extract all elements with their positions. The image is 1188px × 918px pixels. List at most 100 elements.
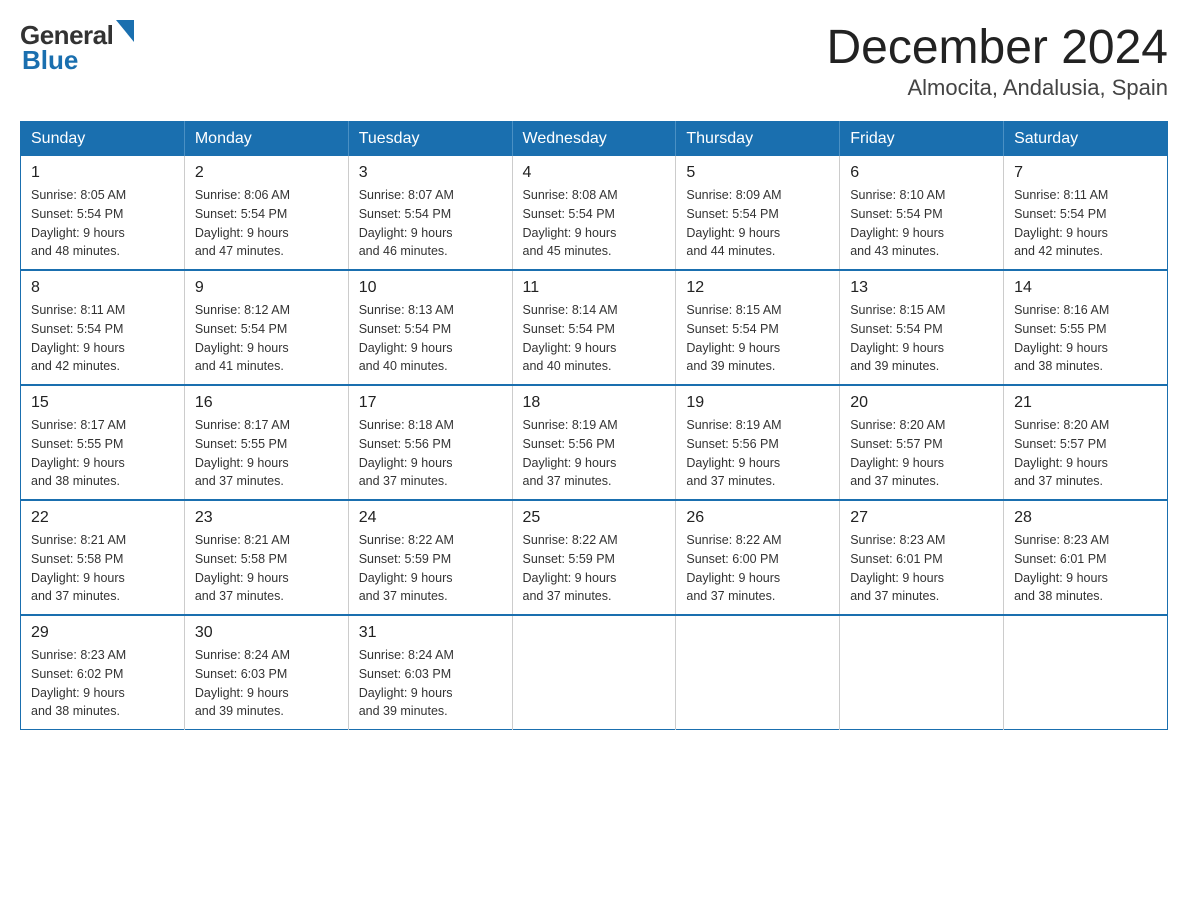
day-info: Sunrise: 8:21 AMSunset: 5:58 PMDaylight:… <box>31 531 174 606</box>
logo-arrow-icon <box>116 20 134 47</box>
day-info: Sunrise: 8:23 AMSunset: 6:01 PMDaylight:… <box>1014 531 1157 606</box>
day-info: Sunrise: 8:20 AMSunset: 5:57 PMDaylight:… <box>850 416 993 491</box>
page-title: December 2024 <box>826 20 1168 75</box>
day-number: 21 <box>1014 394 1157 412</box>
day-number: 1 <box>31 164 174 182</box>
day-number: 23 <box>195 509 338 527</box>
day-info: Sunrise: 8:09 AMSunset: 5:54 PMDaylight:… <box>686 186 829 261</box>
table-row <box>512 615 676 730</box>
page-subtitle: Almocita, Andalusia, Spain <box>826 75 1168 101</box>
day-info: Sunrise: 8:11 AMSunset: 5:54 PMDaylight:… <box>1014 186 1157 261</box>
day-info: Sunrise: 8:15 AMSunset: 5:54 PMDaylight:… <box>686 301 829 376</box>
day-number: 24 <box>359 509 502 527</box>
day-info: Sunrise: 8:06 AMSunset: 5:54 PMDaylight:… <box>195 186 338 261</box>
day-number: 26 <box>686 509 829 527</box>
day-info: Sunrise: 8:20 AMSunset: 5:57 PMDaylight:… <box>1014 416 1157 491</box>
table-row: 11 Sunrise: 8:14 AMSunset: 5:54 PMDayligh… <box>512 270 676 385</box>
day-info: Sunrise: 8:17 AMSunset: 5:55 PMDaylight:… <box>195 416 338 491</box>
day-number: 3 <box>359 164 502 182</box>
col-wednesday: Wednesday <box>512 122 676 157</box>
day-info: Sunrise: 8:23 AMSunset: 6:02 PMDaylight:… <box>31 646 174 721</box>
day-number: 12 <box>686 279 829 297</box>
logo-blue-text: Blue <box>22 45 78 76</box>
day-number: 17 <box>359 394 502 412</box>
table-row: 9 Sunrise: 8:12 AMSunset: 5:54 PMDaylight… <box>184 270 348 385</box>
col-sunday: Sunday <box>21 122 185 157</box>
day-number: 9 <box>195 279 338 297</box>
day-number: 15 <box>31 394 174 412</box>
calendar-week-row: 1 Sunrise: 8:05 AMSunset: 5:54 PMDaylight… <box>21 156 1168 270</box>
table-row <box>676 615 840 730</box>
table-row: 6 Sunrise: 8:10 AMSunset: 5:54 PMDaylight… <box>840 156 1004 270</box>
day-info: Sunrise: 8:15 AMSunset: 5:54 PMDaylight:… <box>850 301 993 376</box>
table-row: 8 Sunrise: 8:11 AMSunset: 5:54 PMDaylight… <box>21 270 185 385</box>
day-info: Sunrise: 8:22 AMSunset: 6:00 PMDaylight:… <box>686 531 829 606</box>
table-row: 24 Sunrise: 8:22 AMSunset: 5:59 PMDayligh… <box>348 500 512 615</box>
day-info: Sunrise: 8:18 AMSunset: 5:56 PMDaylight:… <box>359 416 502 491</box>
table-row: 20 Sunrise: 8:20 AMSunset: 5:57 PMDayligh… <box>840 385 1004 500</box>
col-monday: Monday <box>184 122 348 157</box>
day-info: Sunrise: 8:19 AMSunset: 5:56 PMDaylight:… <box>523 416 666 491</box>
day-info: Sunrise: 8:23 AMSunset: 6:01 PMDaylight:… <box>850 531 993 606</box>
day-number: 20 <box>850 394 993 412</box>
day-number: 5 <box>686 164 829 182</box>
table-row: 28 Sunrise: 8:23 AMSunset: 6:01 PMDayligh… <box>1004 500 1168 615</box>
table-row: 13 Sunrise: 8:15 AMSunset: 5:54 PMDayligh… <box>840 270 1004 385</box>
day-number: 7 <box>1014 164 1157 182</box>
day-number: 4 <box>523 164 666 182</box>
day-number: 22 <box>31 509 174 527</box>
table-row: 19 Sunrise: 8:19 AMSunset: 5:56 PMDayligh… <box>676 385 840 500</box>
table-row: 18 Sunrise: 8:19 AMSunset: 5:56 PMDayligh… <box>512 385 676 500</box>
title-block: December 2024 Almocita, Andalusia, Spain <box>826 20 1168 101</box>
day-number: 8 <box>31 279 174 297</box>
day-number: 25 <box>523 509 666 527</box>
day-info: Sunrise: 8:17 AMSunset: 5:55 PMDaylight:… <box>31 416 174 491</box>
table-row: 7 Sunrise: 8:11 AMSunset: 5:54 PMDaylight… <box>1004 156 1168 270</box>
table-row: 29 Sunrise: 8:23 AMSunset: 6:02 PMDayligh… <box>21 615 185 730</box>
day-info: Sunrise: 8:10 AMSunset: 5:54 PMDaylight:… <box>850 186 993 261</box>
day-number: 18 <box>523 394 666 412</box>
table-row: 1 Sunrise: 8:05 AMSunset: 5:54 PMDaylight… <box>21 156 185 270</box>
col-friday: Friday <box>840 122 1004 157</box>
table-row: 5 Sunrise: 8:09 AMSunset: 5:54 PMDaylight… <box>676 156 840 270</box>
day-info: Sunrise: 8:24 AMSunset: 6:03 PMDaylight:… <box>195 646 338 721</box>
calendar-week-row: 22 Sunrise: 8:21 AMSunset: 5:58 PMDayligh… <box>21 500 1168 615</box>
col-tuesday: Tuesday <box>348 122 512 157</box>
table-row: 26 Sunrise: 8:22 AMSunset: 6:00 PMDayligh… <box>676 500 840 615</box>
day-number: 6 <box>850 164 993 182</box>
day-info: Sunrise: 8:11 AMSunset: 5:54 PMDaylight:… <box>31 301 174 376</box>
day-number: 19 <box>686 394 829 412</box>
table-row: 21 Sunrise: 8:20 AMSunset: 5:57 PMDayligh… <box>1004 385 1168 500</box>
day-number: 10 <box>359 279 502 297</box>
day-info: Sunrise: 8:13 AMSunset: 5:54 PMDaylight:… <box>359 301 502 376</box>
table-row: 30Sunrise: 8:24 AMSunset: 6:03 PMDayligh… <box>184 615 348 730</box>
day-info: Sunrise: 8:19 AMSunset: 5:56 PMDaylight:… <box>686 416 829 491</box>
day-number: 28 <box>1014 509 1157 527</box>
day-info: Sunrise: 8:07 AMSunset: 5:54 PMDaylight:… <box>359 186 502 261</box>
table-row: 15 Sunrise: 8:17 AMSunset: 5:55 PMDayligh… <box>21 385 185 500</box>
table-row: 4 Sunrise: 8:08 AMSunset: 5:54 PMDaylight… <box>512 156 676 270</box>
table-row: 16Sunrise: 8:17 AMSunset: 5:55 PMDayligh… <box>184 385 348 500</box>
day-info: Sunrise: 8:22 AMSunset: 5:59 PMDaylight:… <box>523 531 666 606</box>
table-row: 27 Sunrise: 8:23 AMSunset: 6:01 PMDayligh… <box>840 500 1004 615</box>
day-info: Sunrise: 8:22 AMSunset: 5:59 PMDaylight:… <box>359 531 502 606</box>
logo: General Blue <box>20 20 134 76</box>
col-saturday: Saturday <box>1004 122 1168 157</box>
calendar-header-row: Sunday Monday Tuesday Wednesday Thursday… <box>21 122 1168 157</box>
page-header: General Blue December 2024 Almocita, And… <box>20 20 1168 101</box>
table-row: 25 Sunrise: 8:22 AMSunset: 5:59 PMDayligh… <box>512 500 676 615</box>
table-row: 14Sunrise: 8:16 AMSunset: 5:55 PMDayligh… <box>1004 270 1168 385</box>
day-number: 27 <box>850 509 993 527</box>
day-number: 14 <box>1014 279 1157 297</box>
day-number: 29 <box>31 624 174 642</box>
day-number: 13 <box>850 279 993 297</box>
day-info: Sunrise: 8:12 AMSunset: 5:54 PMDaylight:… <box>195 301 338 376</box>
day-number: 2 <box>195 164 338 182</box>
calendar-week-row: 29 Sunrise: 8:23 AMSunset: 6:02 PMDayligh… <box>21 615 1168 730</box>
day-info: Sunrise: 8:08 AMSunset: 5:54 PMDaylight:… <box>523 186 666 261</box>
day-info: Sunrise: 8:05 AMSunset: 5:54 PMDaylight:… <box>31 186 174 261</box>
day-number: 11 <box>523 279 666 297</box>
day-info: Sunrise: 8:14 AMSunset: 5:54 PMDaylight:… <box>523 301 666 376</box>
table-row: 3 Sunrise: 8:07 AMSunset: 5:54 PMDaylight… <box>348 156 512 270</box>
calendar-week-row: 15 Sunrise: 8:17 AMSunset: 5:55 PMDayligh… <box>21 385 1168 500</box>
